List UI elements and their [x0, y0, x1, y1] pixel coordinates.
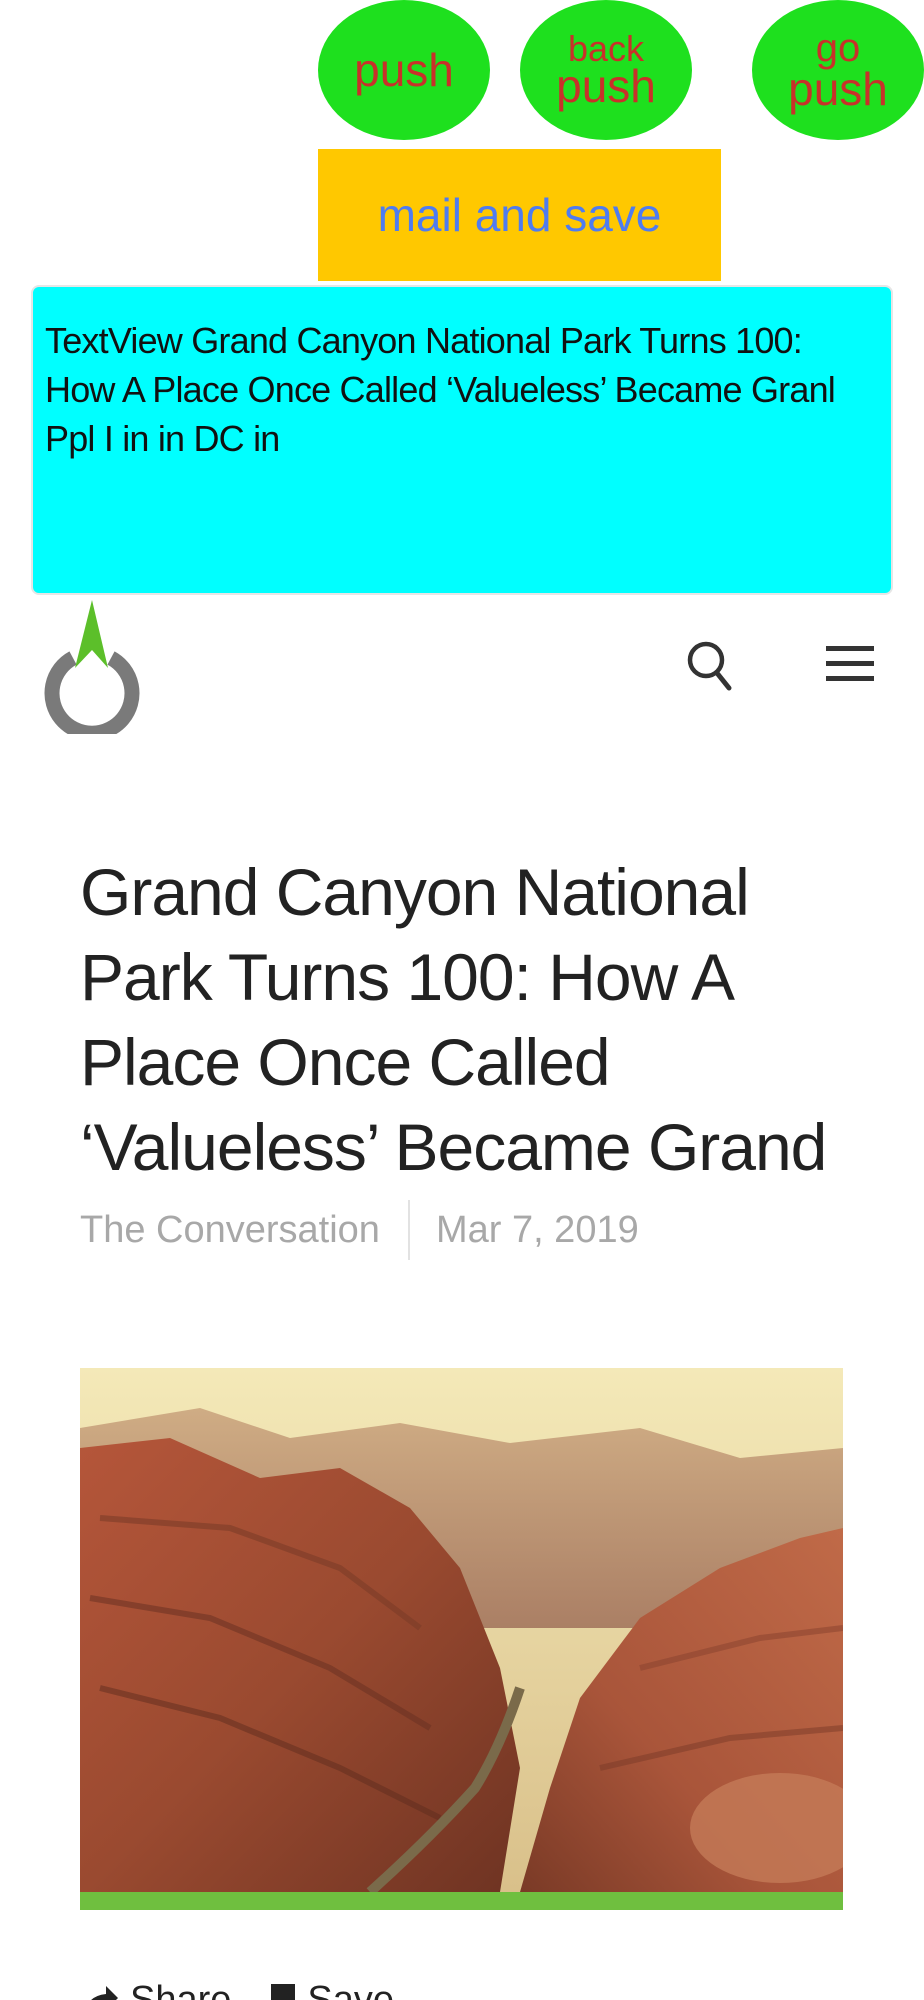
save-button[interactable]: Save: [307, 1979, 394, 2000]
back-push-label-bottom: push: [556, 60, 656, 112]
hamburger-menu-icon[interactable]: [826, 642, 874, 686]
share-icon[interactable]: [80, 1982, 120, 2000]
meta-divider: [407, 1200, 410, 1260]
mail-and-save-label: mail and save: [377, 189, 662, 241]
article-title: Grand Canyon National Park Turns 100: Ho…: [80, 850, 880, 1190]
article-source[interactable]: The Conversation: [80, 1209, 380, 1252]
text-view-line: Ppl I in in DC in: [45, 418, 280, 459]
go-push-label-top: go: [815, 26, 861, 70]
text-view-line: How A Place Once Called ‘Valueless’ Beca…: [45, 369, 836, 410]
power-arrow-logo-icon[interactable]: [40, 600, 144, 734]
mail-and-save-button[interactable]: mail and save: [318, 149, 721, 281]
bookmark-icon[interactable]: [269, 1982, 297, 2000]
text-view: TextView Grand Canyon National Park Turn…: [31, 285, 893, 595]
article-title-line: Place Once Called: [80, 1025, 611, 1099]
go-push-label-bottom: push: [788, 63, 888, 115]
article-title-line: Grand Canyon National: [80, 855, 750, 929]
article-title-line: ‘Valueless’ Became Grand: [80, 1110, 827, 1184]
push-button[interactable]: push: [318, 0, 490, 140]
article-meta: The Conversation Mar 7, 2019: [80, 1200, 639, 1260]
back-push-button[interactable]: back push: [520, 0, 692, 140]
article-date: Mar 7, 2019: [435, 1208, 639, 1251]
grand-canyon-hero-image: [80, 1368, 843, 1892]
share-save-row: Share Save: [80, 1975, 394, 2000]
article-title-line: Park Turns 100: How A: [80, 940, 735, 1014]
text-view-line: TextView Grand Canyon National Park Turn…: [45, 320, 803, 361]
push-button-label: push: [354, 44, 454, 96]
go-push-button[interactable]: go push: [752, 0, 924, 140]
search-icon[interactable]: [686, 638, 732, 692]
share-button[interactable]: Share: [130, 1979, 231, 2000]
image-accent-bar: [80, 1892, 843, 1910]
